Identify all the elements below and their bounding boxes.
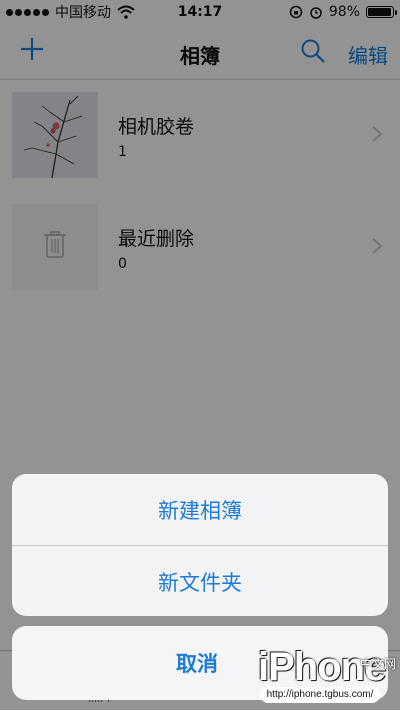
watermark-logo: iPhone 中文网 http://iphone.tgbus.com/ [258,645,398,707]
watermark-url: http://iphone.tgbus.com/ [260,687,380,703]
action-sheet: 新建相簿 新文件夹 [12,474,388,616]
new-folder-button[interactable]: 新文件夹 [12,546,388,616]
new-album-button[interactable]: 新建相簿 [12,474,388,545]
watermark-chinese: 中文网 [359,657,396,671]
cancel-label: 取消 [176,652,218,676]
